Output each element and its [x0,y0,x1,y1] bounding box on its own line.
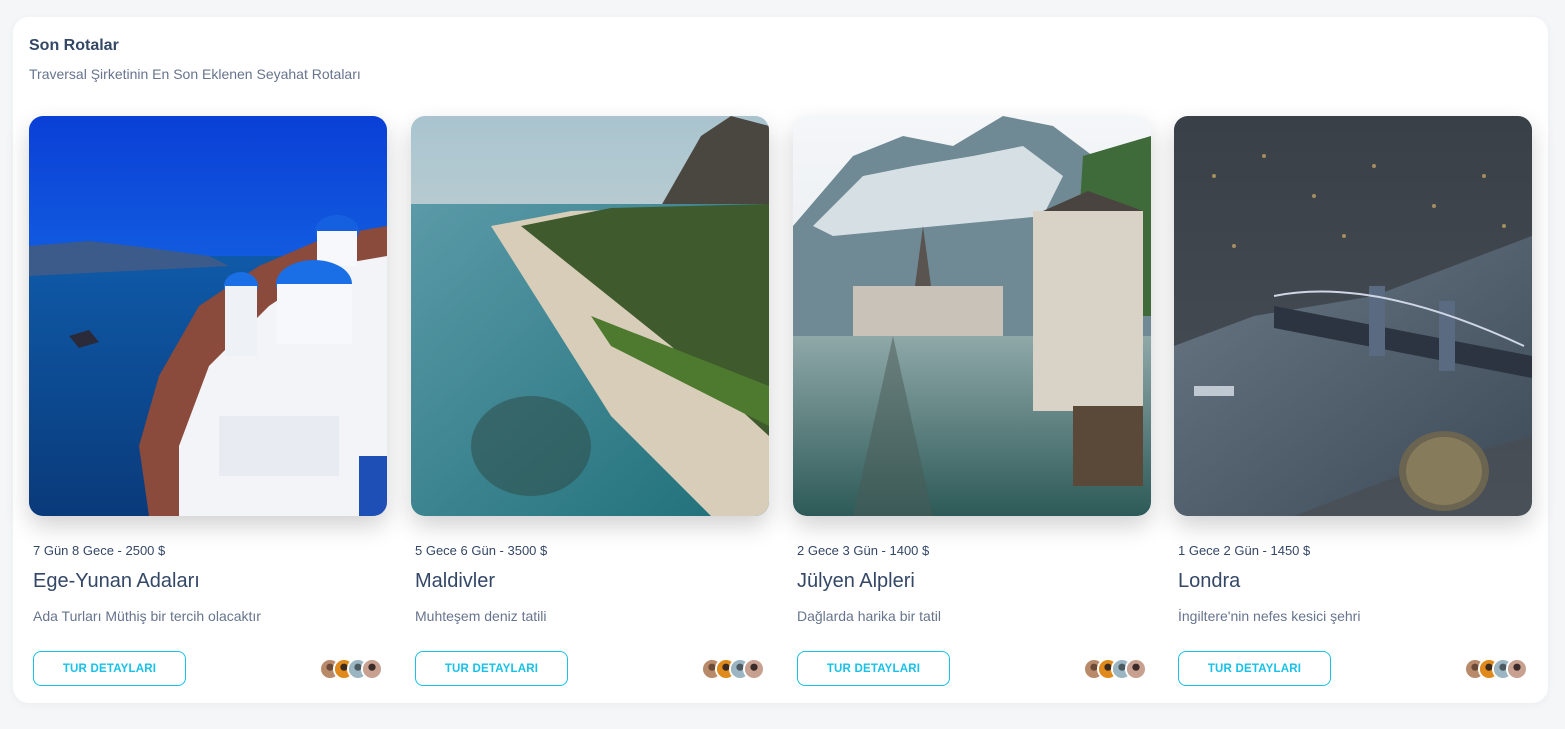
traveler-avatars[interactable] [319,658,383,680]
route-title: Maldivler [415,570,496,592]
tour-details-button[interactable]: TUR DETAYLARI [797,651,950,686]
beach-photo[interactable] [411,116,769,516]
london-night-photo[interactable] [1174,116,1532,516]
route-description: Muhteşem deniz tatili [415,608,547,624]
route-title: Jülyen Alpleri [797,570,915,592]
traveler-avatars[interactable] [1083,658,1147,680]
section-title: Son Rotalar [29,37,119,54]
route-card-ege: 7 Gün 8 Gece - 2500 $ Ege-Yunan Adaları … [29,116,387,696]
route-card-maldivler: 5 Gece 6 Gün - 3500 $ Maldivler Muhteşem… [411,116,769,696]
avatar[interactable] [361,658,383,680]
route-description: Dağlarda harika bir tatil [797,608,941,624]
route-duration-price: 1 Gece 2 Gün - 1450 $ [1178,543,1311,558]
route-title: Londra [1178,570,1241,592]
tour-details-button[interactable]: TUR DETAYLARI [33,651,186,686]
traveler-avatars[interactable] [701,658,765,680]
santorini-photo[interactable] [29,116,387,516]
route-description: İngiltere'nin nefes kesici şehri [1178,608,1361,624]
avatar[interactable] [1125,658,1147,680]
recent-routes-panel: Son Rotalar Traversal Şirketinin En Son … [13,17,1548,703]
alps-village-photo[interactable] [793,116,1151,516]
traveler-avatars[interactable] [1464,658,1528,680]
route-card-julyen-alpleri: 2 Gece 3 Gün - 1400 $ Jülyen Alpleri Dağ… [793,116,1151,696]
tour-details-button[interactable]: TUR DETAYLARI [415,651,568,686]
route-duration-price: 7 Gün 8 Gece - 2500 $ [33,543,166,558]
route-duration-price: 2 Gece 3 Gün - 1400 $ [797,543,930,558]
avatar[interactable] [1506,658,1528,680]
route-duration-price: 5 Gece 6 Gün - 3500 $ [415,543,548,558]
section-subtitle: Traversal Şirketinin En Son Eklenen Seya… [29,66,361,82]
avatar[interactable] [743,658,765,680]
route-description: Ada Turları Müthiş bir tercih olacaktır [33,608,261,624]
route-title: Ege-Yunan Adaları [33,570,200,592]
tour-details-button[interactable]: TUR DETAYLARI [1178,651,1331,686]
route-card-londra: 1 Gece 2 Gün - 1450 $ Londra İngiltere'n… [1174,116,1532,696]
